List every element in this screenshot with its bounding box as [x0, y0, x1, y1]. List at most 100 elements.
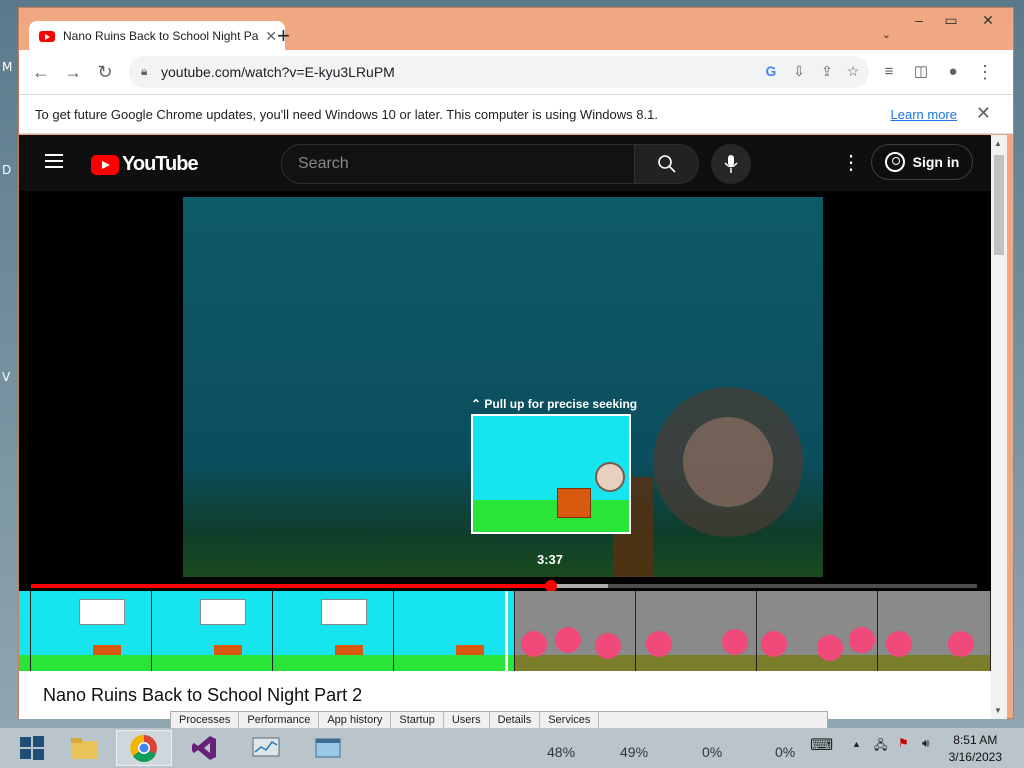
tab-details[interactable]: Details — [490, 712, 541, 728]
window-icon — [315, 738, 341, 758]
chrome-menu-icon[interactable]: ⋮ — [973, 60, 997, 84]
desktop-letter-m: M — [2, 60, 13, 74]
task-manager-tabs: Processes Performance App history Startu… — [170, 711, 828, 729]
resource-monitor-button[interactable] — [238, 730, 294, 766]
back-arrow-icon[interactable]: ← — [29, 60, 53, 84]
search-input[interactable]: Search — [298, 155, 349, 173]
tab-users[interactable]: Users — [444, 712, 490, 728]
account-icon — [884, 152, 905, 172]
clock-date: 3/16/2023 — [948, 750, 1002, 764]
filmstrip-frame[interactable] — [757, 591, 878, 679]
network-stat: 0% — [775, 744, 796, 760]
played-progress — [31, 584, 552, 588]
filmstrip-frame[interactable] — [878, 591, 991, 679]
scroll-thumb[interactable] — [994, 155, 1004, 255]
filmstrip-frame[interactable] — [394, 591, 515, 679]
youtube-logo[interactable]: YouTube — [91, 153, 199, 176]
desktop-letter-d: D — [2, 163, 12, 177]
tab-processes[interactable]: Processes — [171, 712, 240, 728]
update-infobar: To get future Google Chrome updates, you… — [19, 94, 1013, 134]
tab-startup[interactable]: Startup — [391, 712, 444, 728]
taskbar: 48% 49% 0% 0% ⌨ ▲ 🖧︎ ⚑ 🔊︎ 8:51 AM 3/16/2… — [0, 728, 1024, 768]
filmstrip-frame[interactable] — [273, 591, 394, 679]
hamburger-menu-icon[interactable] — [45, 154, 63, 168]
start-button[interactable] — [4, 730, 60, 766]
tray-chevron-up-icon[interactable]: ▲ — [852, 739, 861, 749]
youtube-header: YouTube Search ⋮ Sign in — [19, 135, 991, 191]
tab-search-chevron-icon[interactable]: ⌄ — [882, 28, 891, 41]
reload-icon[interactable]: ↻ — [93, 60, 117, 84]
install-app-icon[interactable]: ⇩ — [789, 63, 809, 80]
windows-logo-icon — [20, 736, 44, 760]
youtube-favicon-icon — [39, 30, 55, 42]
voice-search-button[interactable] — [711, 144, 751, 184]
hover-time: 3:37 — [537, 552, 564, 567]
page-scrollbar[interactable]: ▲ ▼ — [991, 135, 1007, 719]
chrome-taskbar-button[interactable] — [116, 730, 172, 766]
profile-icon[interactable]: ● — [941, 60, 965, 84]
infobar-close-icon[interactable]: ✕ — [976, 103, 991, 124]
video-player[interactable]: ⌃ Pull up for precise seeking 3:37 — [19, 191, 991, 679]
media-queue-icon[interactable]: ≡ — [877, 60, 901, 84]
disk-stat: 0% — [702, 744, 723, 760]
scroll-down-icon[interactable]: ▼ — [994, 706, 1002, 715]
microphone-icon — [724, 155, 738, 173]
sign-in-button[interactable]: Sign in — [871, 144, 973, 180]
clock-time: 8:51 AM — [953, 733, 998, 747]
url-text[interactable]: youtube.com/watch?v=E-kyu3LRuPM — [161, 64, 395, 80]
bookmark-star-icon[interactable]: ☆ — [843, 63, 863, 80]
memory-stat: 49% — [620, 744, 649, 760]
folder-icon — [71, 738, 97, 759]
chrome-icon — [130, 734, 157, 762]
seek-preview-thumbnail — [471, 414, 631, 534]
browser-tab[interactable]: Nano Ruins Back to School Night Part 2 ✕ — [29, 21, 285, 51]
scroll-up-icon[interactable]: ▲ — [994, 139, 1002, 148]
tab-title: Nano Ruins Back to School Night Part 2 — [63, 29, 260, 43]
progress-bar[interactable] — [31, 580, 977, 592]
filmstrip-cursor — [505, 591, 508, 679]
settings-more-icon[interactable]: ⋮ — [841, 153, 861, 173]
minimize-button[interactable]: – — [903, 12, 935, 28]
network-icon[interactable]: 🖧︎ — [874, 736, 887, 757]
cpu-stat: 48% — [547, 744, 576, 760]
youtube-page: YouTube Search ⋮ Sign in ⌃ Pull up for p… — [19, 135, 991, 719]
share-icon[interactable]: ⇪ — [817, 63, 837, 80]
chevron-up-icon: ⌃ — [471, 397, 482, 411]
desktop-letter-v: V — [2, 370, 11, 384]
filmstrip-frame[interactable] — [636, 591, 757, 679]
tab-app-history[interactable]: App history — [319, 712, 392, 728]
seek-hint: ⌃ Pull up for precise seeking — [471, 397, 637, 411]
filmstrip-frame[interactable] — [152, 591, 273, 679]
tab-services[interactable]: Services — [540, 712, 600, 728]
lock-icon: 🔒︎ — [141, 64, 148, 78]
tab-strip: Nano Ruins Back to School Night Part 2 ✕… — [19, 8, 1013, 51]
visual-studio-button[interactable] — [176, 730, 232, 766]
address-bar[interactable]: 🔒︎ youtube.com/watch?v=E-kyu3LRuPM G ⇩ ⇪… — [129, 56, 869, 88]
search-box[interactable]: Search — [281, 144, 699, 184]
search-button[interactable] — [634, 145, 698, 183]
keyboard-icon[interactable]: ⌨ — [810, 735, 833, 755]
remote-desktop-button[interactable] — [300, 730, 356, 766]
new-tab-button[interactable]: + — [277, 24, 290, 48]
maximize-button[interactable]: ▭ — [935, 12, 967, 29]
chrome-window: Nano Ruins Back to School Night Part 2 ✕… — [18, 7, 1014, 719]
filmstrip-frame[interactable] — [31, 591, 152, 679]
action-center-icon[interactable]: ⚑ — [898, 736, 909, 750]
google-lens-icon[interactable]: G — [761, 63, 781, 79]
tab-close-icon[interactable]: ✕ — [265, 28, 277, 45]
browser-toolbar: ← → ↻ 🔒︎ youtube.com/watch?v=E-kyu3LRuPM… — [19, 50, 1013, 94]
sign-in-label: Sign in — [912, 154, 960, 170]
seek-hint-text: Pull up for precise seeking — [484, 397, 638, 411]
filmstrip-frame[interactable] — [19, 591, 31, 679]
close-window-button[interactable]: ✕ — [969, 12, 1007, 29]
side-panel-icon[interactable]: ◫ — [909, 60, 933, 84]
system-clock[interactable]: 8:51 AM 3/16/2023 — [949, 732, 1002, 766]
tab-performance[interactable]: Performance — [239, 712, 320, 728]
infobar-message: To get future Google Chrome updates, you… — [35, 107, 658, 122]
volume-icon[interactable]: 🔊︎ — [922, 736, 930, 751]
forward-arrow-icon[interactable]: → — [61, 60, 85, 84]
file-explorer-button[interactable] — [56, 730, 112, 766]
monitor-chart-icon — [252, 737, 280, 757]
filmstrip-frame[interactable] — [515, 591, 636, 679]
learn-more-link[interactable]: Learn more — [891, 107, 957, 122]
